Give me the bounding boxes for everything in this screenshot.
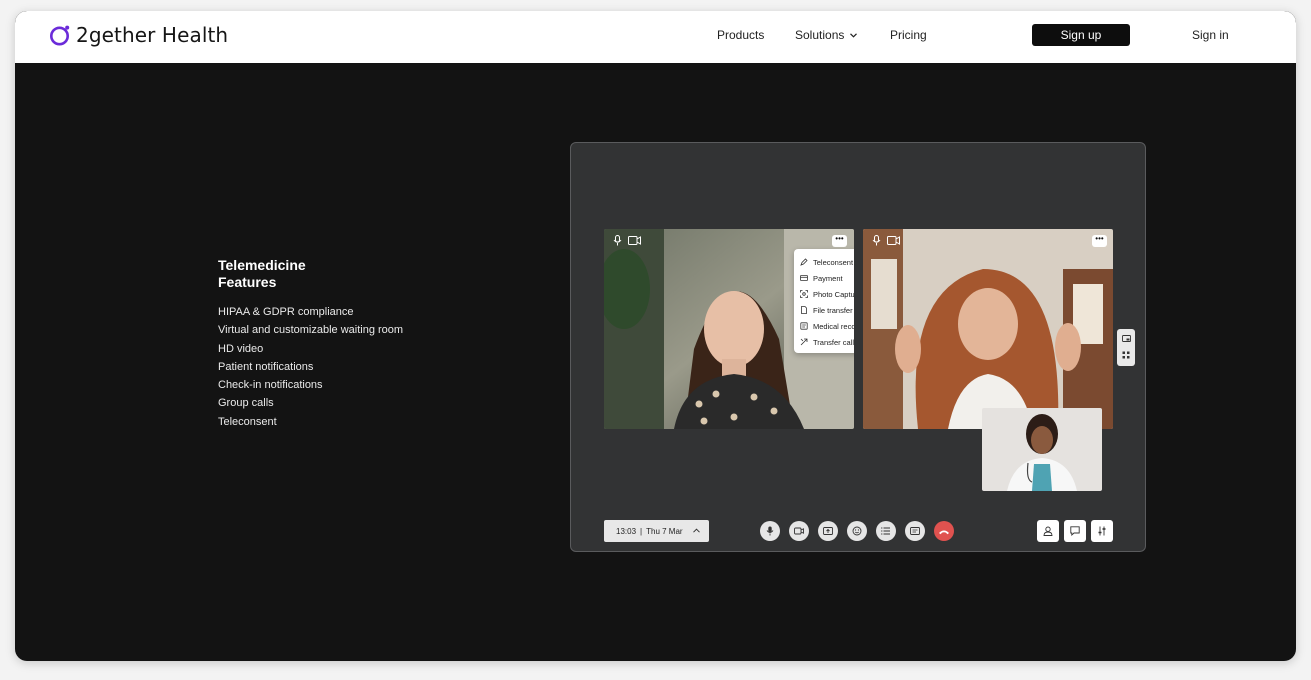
page-frame: 2gether Health Products Solutions Pricin… — [15, 11, 1296, 661]
menu-item-transfer-call[interactable]: Transfer call — [800, 334, 854, 350]
card-icon — [800, 275, 808, 281]
tile-status-icons — [872, 235, 900, 246]
user-icon — [1043, 526, 1053, 536]
chat-button[interactable] — [1064, 520, 1086, 542]
layout-toggle[interactable] — [1117, 329, 1135, 366]
camera-toggle-button[interactable] — [789, 521, 809, 541]
tile-options-menu: Teleconsent Payment Photo Capture File t… — [794, 249, 854, 353]
logo-ring-icon — [49, 24, 71, 46]
end-call-button[interactable] — [934, 521, 954, 541]
menu-item-label: Teleconsent — [813, 257, 854, 267]
capture-icon — [800, 290, 808, 298]
nav-pricing[interactable]: Pricing — [890, 28, 927, 42]
sliders-icon — [1098, 526, 1106, 536]
feature-item: Group calls — [218, 397, 274, 410]
grid-layout-icon[interactable] — [1122, 351, 1130, 359]
camera-icon[interactable] — [887, 235, 900, 246]
menu-item-label: File transfer — [813, 305, 853, 315]
menu-item-label: Photo Capture — [813, 289, 854, 299]
brand-logo[interactable]: 2gether Health — [49, 23, 228, 47]
chevron-down-icon — [850, 32, 858, 38]
call-time: 13:03 — [616, 526, 637, 536]
participant-video-right: ••• — [863, 229, 1113, 429]
features-list: HIPAA & GDPR compliance Virtual and cust… — [218, 303, 403, 431]
more-options-button[interactable]: ••• — [832, 235, 847, 247]
reactions-button[interactable] — [847, 521, 867, 541]
feature-item: HIPAA & GDPR compliance — [218, 306, 354, 318]
participant-video-left: ••• Teleconsent Payment Photo Capture Fi… — [604, 229, 854, 429]
self-view-video — [982, 408, 1102, 491]
menu-item-label: Payment — [813, 273, 843, 283]
list-icon — [881, 527, 890, 535]
hang-up-icon — [939, 530, 949, 534]
nav-solutions[interactable]: Solutions — [795, 28, 858, 42]
feature-item: Teleconsent — [218, 415, 277, 428]
video-call-mockup: ••• Teleconsent Payment Photo Capture Fi… — [570, 142, 1146, 552]
camera-icon[interactable] — [628, 235, 641, 246]
settings-button[interactable] — [1091, 520, 1113, 542]
captions-button[interactable] — [905, 521, 925, 541]
menu-item-label: Transfer call — [813, 337, 854, 347]
participant-photo-doctor — [982, 408, 1102, 491]
more-options-button[interactable]: ••• — [1092, 235, 1107, 247]
microphone-icon[interactable] — [613, 235, 622, 246]
patient-info-button[interactable] — [1037, 520, 1059, 542]
participants-list-button[interactable] — [876, 521, 896, 541]
feature-item: HD video — [218, 342, 264, 355]
pip-layout-icon[interactable] — [1122, 335, 1131, 343]
features-section: Telemedicine Features HIPAA & GDPR compl… — [218, 257, 403, 431]
record-icon — [800, 322, 808, 330]
file-icon — [801, 306, 807, 314]
call-date: Thu 7 Mar — [646, 526, 683, 536]
sign-in-link[interactable]: Sign in — [1192, 28, 1229, 42]
transfer-icon — [800, 338, 808, 346]
sign-up-button[interactable]: Sign up — [1032, 24, 1130, 46]
mute-button[interactable] — [760, 521, 780, 541]
chevron-up-icon — [693, 528, 700, 533]
menu-item-file-transfer[interactable]: File transfer — [800, 302, 854, 318]
features-title: Telemedicine Features — [218, 257, 306, 290]
participant-photo-woman-curly-hair — [863, 229, 1113, 429]
microphone-icon[interactable] — [872, 235, 881, 246]
feature-item: Virtual and customizable waiting room — [218, 324, 404, 337]
menu-item-photo-capture[interactable]: Photo Capture — [800, 286, 854, 302]
feature-item: Check-in notifications — [218, 379, 323, 392]
emoji-icon — [852, 526, 862, 536]
screen-share-icon — [823, 526, 833, 535]
time-separator: | — [640, 526, 643, 536]
menu-item-label: Medical record — [813, 321, 854, 331]
menu-item-payment[interactable]: Payment — [800, 270, 854, 286]
chat-icon — [1070, 526, 1080, 536]
call-time-date[interactable]: 13:03 | Thu 7 Mar — [604, 520, 709, 542]
pen-icon — [800, 258, 808, 266]
feature-item: Patient notifications — [218, 360, 314, 373]
menu-item-medical-record[interactable]: Medical record — [800, 318, 854, 334]
tile-status-icons — [613, 235, 641, 246]
share-screen-button[interactable] — [818, 521, 838, 541]
menu-item-teleconsent[interactable]: Teleconsent — [800, 254, 854, 270]
nav-products[interactable]: Products — [717, 28, 764, 42]
nav-solutions-label: Solutions — [795, 28, 845, 42]
top-navigation-bar: 2gether Health Products Solutions Pricin… — [15, 11, 1296, 63]
camera-icon — [794, 527, 804, 535]
captions-icon — [910, 527, 920, 535]
microphone-icon — [766, 526, 774, 536]
brand-name: 2gether Health — [76, 23, 229, 47]
